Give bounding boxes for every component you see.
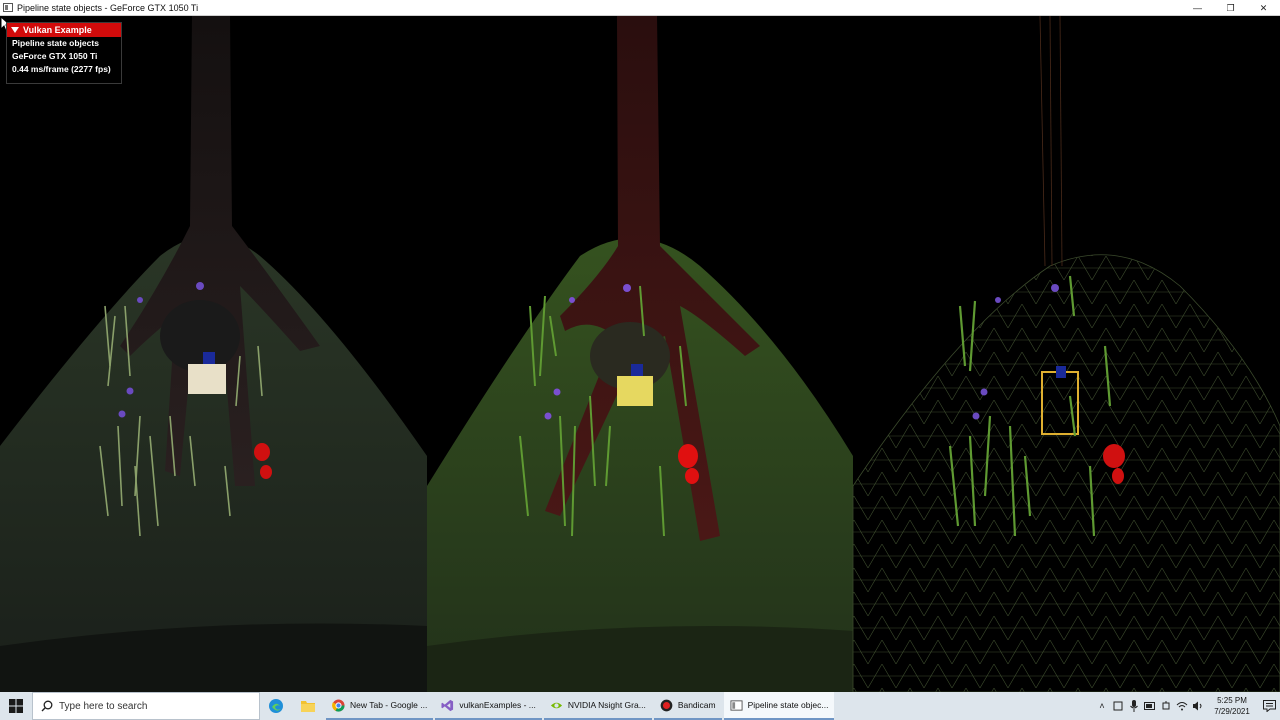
nvidia-icon	[550, 702, 562, 708]
render-viewport[interactable]	[0, 16, 1280, 692]
tray-app-icon[interactable]	[1110, 692, 1126, 720]
clock-date: 7/29/2021	[1214, 707, 1250, 716]
tray-chevron-up-icon[interactable]: ˄	[1094, 692, 1110, 720]
task-label: NVIDIA Nsight Gra...	[567, 700, 646, 710]
imgui-header[interactable]: Vulkan Example	[7, 23, 121, 37]
example-name: Pipeline state objects	[12, 38, 99, 48]
panel-toon	[427, 16, 853, 692]
edge-pin[interactable]	[260, 692, 292, 720]
task-chrome[interactable]: New Tab - Google ...	[326, 692, 434, 720]
window-title: Pipeline state objects - GeForce GTX 105…	[17, 2, 199, 13]
task-visual-studio[interactable]: vulkanExamples - ...	[435, 692, 542, 720]
microphone-icon[interactable]	[1126, 692, 1142, 720]
start-button[interactable]	[0, 692, 32, 720]
search-icon	[41, 700, 53, 712]
window-titlebar: Pipeline state objects - GeForce GTX 105…	[0, 0, 1280, 16]
wifi-icon[interactable]	[1174, 692, 1190, 720]
volume-icon[interactable]	[1190, 692, 1206, 720]
usb-icon[interactable]	[1158, 692, 1174, 720]
imgui-overlay-window[interactable]: Vulkan Example Pipeline state objects Ge…	[6, 22, 122, 84]
collapse-triangle-icon[interactable]	[11, 27, 19, 33]
app-window-icon	[3, 3, 13, 12]
imgui-header-title: Vulkan Example	[23, 25, 92, 35]
app-tray-icon	[1113, 701, 1123, 711]
windows-logo-icon	[9, 699, 23, 713]
bandicam-icon	[660, 699, 673, 711]
frame-time: 0.44 ms/frame (2277 fps)	[12, 64, 111, 74]
taskbar-search-box[interactable]	[32, 692, 260, 720]
task-label: vulkanExamples - ...	[459, 700, 536, 710]
panel-wireframe	[852, 16, 1280, 692]
folder-icon	[301, 701, 315, 712]
edge-icon	[269, 699, 283, 713]
task-label: Pipeline state objec...	[747, 700, 829, 710]
task-pipeline-state-objects[interactable]: Pipeline state objec...	[723, 692, 835, 720]
notification-center-icon[interactable]	[1258, 692, 1280, 720]
windows-taskbar: New Tab - Google ... vulkanExamples - ..…	[0, 692, 1280, 720]
system-tray: ˄ 5:25 PM 7/29/2021	[1094, 692, 1280, 720]
search-input[interactable]	[59, 700, 239, 712]
chrome-icon	[332, 698, 345, 712]
minimize-button[interactable]: —	[1181, 0, 1214, 16]
task-label: Bandicam	[677, 700, 716, 710]
gpu-name: GeForce GTX 1050 Ti	[12, 51, 98, 61]
battery-icon[interactable]	[1142, 692, 1158, 720]
maximize-button[interactable]: ❐	[1214, 0, 1247, 16]
close-button[interactable]: ✕	[1247, 0, 1280, 16]
scene-render	[0, 16, 1280, 692]
task-label: New Tab - Google ...	[350, 700, 428, 710]
app-window-icon	[730, 699, 743, 711]
panel-phong	[0, 16, 427, 692]
window-controls: — ❐ ✕	[1181, 0, 1280, 16]
visual-studio-icon	[441, 699, 454, 711]
clock-time: 5:25 PM	[1217, 696, 1247, 705]
task-bandicam[interactable]: Bandicam	[653, 692, 722, 720]
task-nsight[interactable]: NVIDIA Nsight Gra...	[543, 692, 652, 720]
taskbar-clock[interactable]: 5:25 PM 7/29/2021	[1206, 695, 1258, 717]
file-explorer-pin[interactable]	[292, 692, 324, 720]
